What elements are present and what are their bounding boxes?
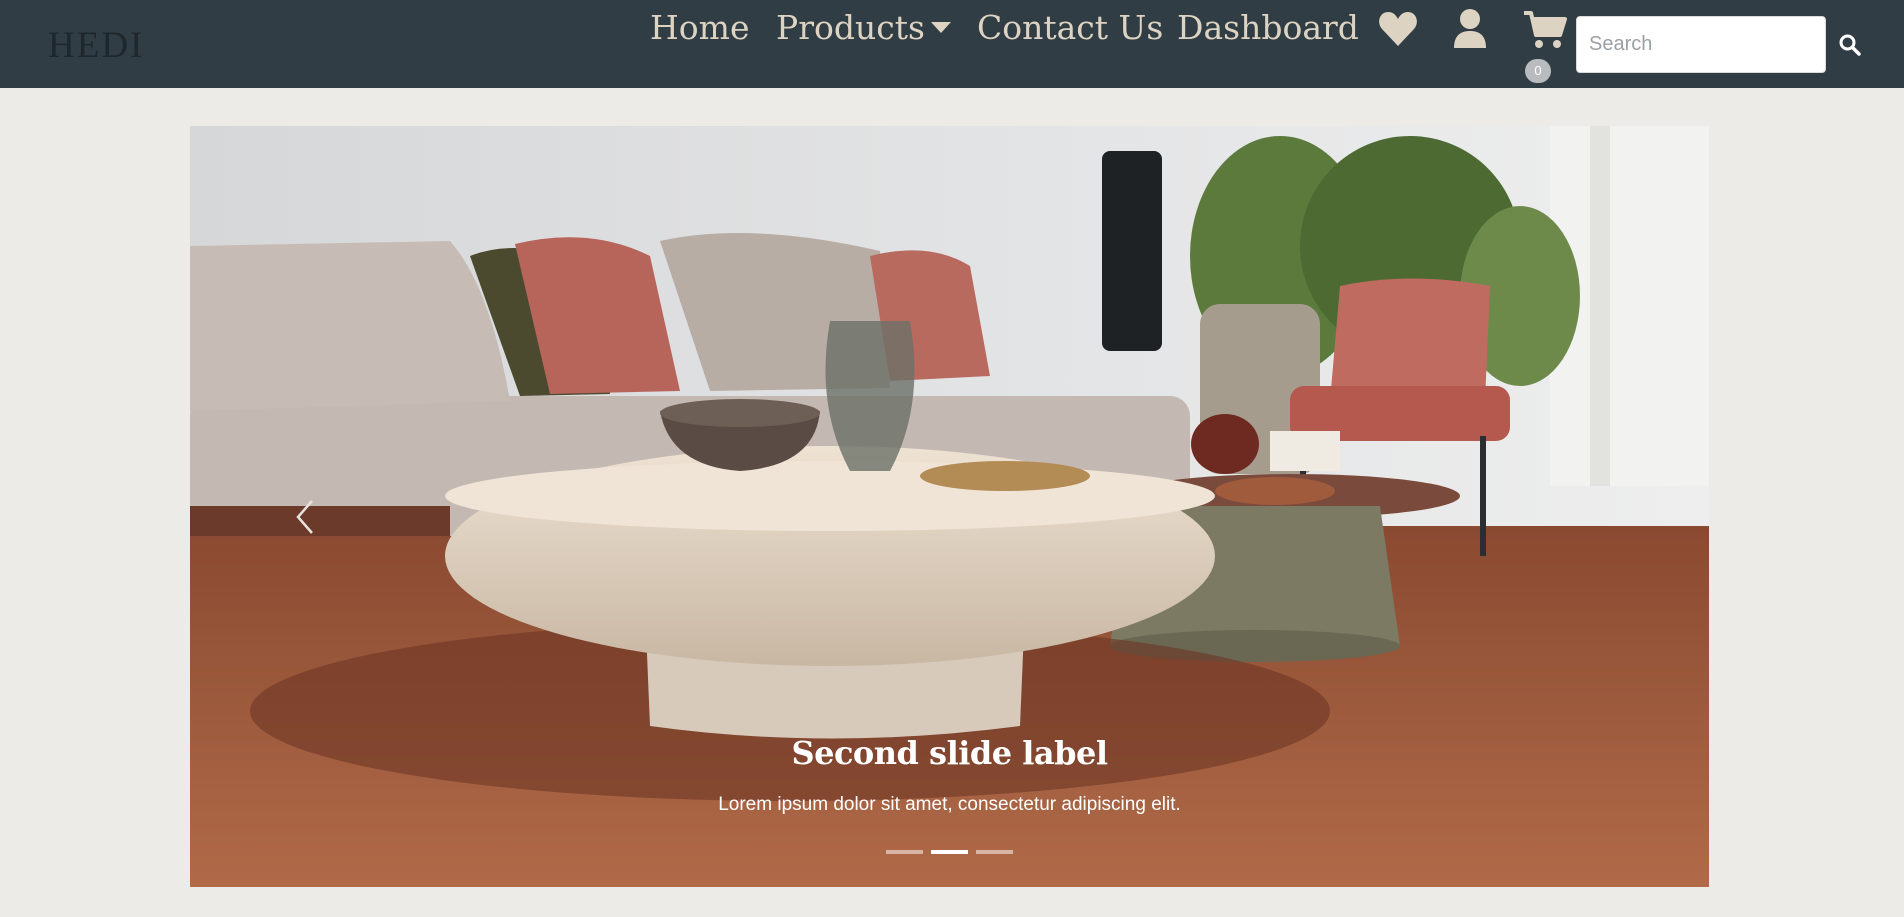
carousel-indicator[interactable] xyxy=(886,850,923,854)
carousel-caption-title: Second slide label xyxy=(791,734,1108,772)
search-input[interactable] xyxy=(1576,16,1826,73)
nav-products-dropdown[interactable]: Products xyxy=(776,8,951,47)
user-icon[interactable] xyxy=(1452,8,1488,50)
caret-down-icon xyxy=(930,21,951,33)
nav-home[interactable]: Home xyxy=(650,8,749,47)
nav-dashboard[interactable]: Dashboard xyxy=(1177,8,1359,47)
carousel-caption-text: Lorem ipsum dolor sit amet, consectetur … xyxy=(718,794,1181,815)
search-icon[interactable] xyxy=(1838,33,1862,57)
heart-icon[interactable] xyxy=(1378,10,1418,48)
cart-count-badge: 0 xyxy=(1525,59,1551,83)
navbar: HEDI Home Products Contact Us Dashboard … xyxy=(0,0,1904,88)
chevron-left-icon xyxy=(296,500,313,534)
nav-products-label: Products xyxy=(776,8,925,47)
nav-contact-us[interactable]: Contact Us xyxy=(977,8,1163,47)
slide-image xyxy=(190,126,1709,887)
carousel-prev-button[interactable] xyxy=(280,476,330,556)
brand-logo[interactable]: HEDI xyxy=(48,24,144,67)
carousel-indicator[interactable] xyxy=(976,850,1013,854)
hero-carousel: Second slide label Lorem ipsum dolor sit… xyxy=(190,126,1709,887)
carousel-indicator-active[interactable] xyxy=(931,850,968,854)
cart-icon[interactable] xyxy=(1523,10,1567,50)
carousel-indicators xyxy=(190,850,1709,854)
